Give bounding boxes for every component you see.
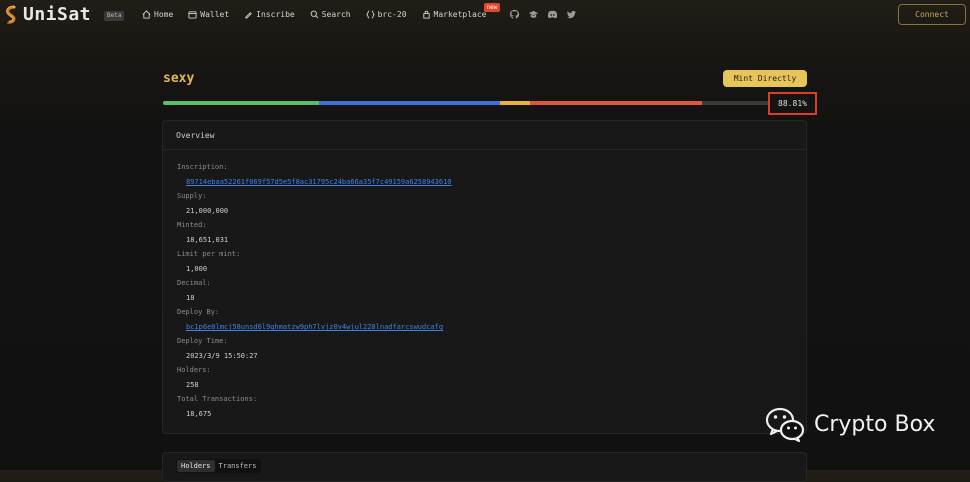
field-minted: Minted: 18,651,031 — [177, 221, 228, 245]
field-value: 2023/3/9 15:50:27 — [186, 352, 258, 360]
field-decimal: Decimal: 18 — [177, 279, 211, 303]
nav-search-label: Search — [321, 10, 351, 19]
nav-inscribe[interactable]: Inscribe — [244, 10, 295, 19]
tab-bar: Holders Transfers — [176, 459, 262, 473]
field-deploy-by: Deploy By: bc1p6e0lmcj58unsd6l9qhmatzw9p… — [177, 308, 443, 332]
field-value: 18,675 — [186, 410, 212, 418]
holders-transfers-card: Holders Transfers — [162, 452, 807, 482]
nav-brc20[interactable]: brc-20 — [365, 10, 407, 19]
field-label: Minted: — [177, 221, 207, 229]
overview-title: Overview — [163, 121, 806, 150]
pen-icon — [245, 12, 253, 19]
field-deploy-time: Deploy Time: 2023/3/9 15:50:27 — [177, 337, 258, 361]
watermark: Crypto Box — [765, 405, 935, 443]
mint-directly-button[interactable]: Mint Directly — [723, 70, 807, 87]
progress-segment-yellow — [499, 101, 530, 105]
nav-home-label: Home — [154, 10, 174, 19]
nav-marketplace-label: Marketplace — [433, 10, 487, 19]
field-value: 18 — [186, 294, 195, 302]
discord-icon[interactable] — [547, 9, 558, 20]
nav-search[interactable]: Search — [310, 10, 351, 19]
field-total-transactions: Total Transactions: 18,675 — [177, 395, 257, 419]
graduation-cap-icon[interactable] — [528, 9, 539, 20]
field-value: 18,651,031 — [186, 236, 229, 244]
field-value: 21,000,000 — [186, 207, 229, 215]
lock-icon — [422, 10, 430, 19]
wechat-icon — [765, 407, 805, 443]
twitter-icon[interactable] — [566, 9, 577, 20]
mint-progress-bar — [163, 101, 770, 105]
field-value: 258 — [186, 381, 199, 389]
field-label: Deploy Time: — [177, 337, 228, 345]
watermark-text: Crypto Box — [814, 411, 936, 437]
social-links — [509, 9, 585, 20]
home-icon — [142, 10, 151, 19]
field-label: Inscription: — [177, 163, 228, 171]
field-label: Decimal: — [177, 279, 211, 287]
tab-transfers[interactable]: Transfers — [215, 460, 261, 472]
nav-brc20-label: brc-20 — [377, 10, 407, 19]
mint-progress-fill — [163, 101, 703, 105]
field-label: Limit per mint: — [177, 250, 241, 258]
nav-home[interactable]: Home — [142, 10, 173, 19]
field-label: Total Transactions: — [177, 395, 258, 403]
mint-progress-percent: 88.81% — [768, 92, 817, 115]
nav-marketplace[interactable]: Marketplace new — [422, 3, 501, 19]
nav-inscribe-label: Inscribe — [256, 10, 295, 19]
field-holders: Holders: 258 — [177, 366, 211, 390]
field-supply: Supply: 21,000,000 — [177, 192, 228, 216]
progress-segment-green — [163, 101, 320, 105]
field-limit-per-mint: Limit per mint: 1,000 — [177, 250, 240, 274]
field-inscription: Inscription: 89714ebaa52261f069f57d5e5f8… — [177, 163, 452, 187]
nav-wallet[interactable]: Wallet — [188, 10, 229, 19]
wallet-icon — [188, 11, 197, 19]
progress-segment-blue — [319, 101, 500, 105]
tab-holders[interactable]: Holders — [177, 460, 215, 472]
nav-wallet-label: Wallet — [200, 10, 230, 19]
beta-badge: Beta — [104, 11, 125, 21]
braces-icon — [365, 10, 375, 19]
github-icon[interactable] — [509, 9, 520, 20]
inscription-id-link[interactable]: 89714ebaa52261f069f57d5e5f8ac31795c24ba6… — [186, 178, 452, 187]
progress-segment-red — [529, 101, 703, 105]
brand-name: UniSat — [23, 4, 92, 25]
overview-card: Overview Inscription: 89714ebaa52261f069… — [162, 120, 807, 434]
search-icon — [310, 10, 319, 19]
main-nav: Home Wallet Inscribe Search brc-20 Marke… — [142, 3, 585, 20]
field-label: Holders: — [177, 366, 211, 374]
deployer-address-link[interactable]: bc1p6e0lmcj58unsd6l9qhmatzw9ph7lvjz0v4wj… — [186, 323, 443, 332]
connect-wallet-button[interactable]: Connect — [898, 4, 966, 25]
token-name: sexy — [163, 71, 195, 86]
top-navigation-bar: UniSat Beta Home Wallet Inscribe Search … — [0, 0, 970, 30]
brand-logo[interactable]: UniSat — [3, 4, 91, 25]
new-badge: new — [483, 3, 501, 12]
field-label: Deploy By: — [177, 308, 220, 316]
unisat-logo-icon — [6, 5, 16, 24]
field-label: Supply: — [177, 192, 207, 200]
field-value: 1,000 — [186, 265, 208, 273]
